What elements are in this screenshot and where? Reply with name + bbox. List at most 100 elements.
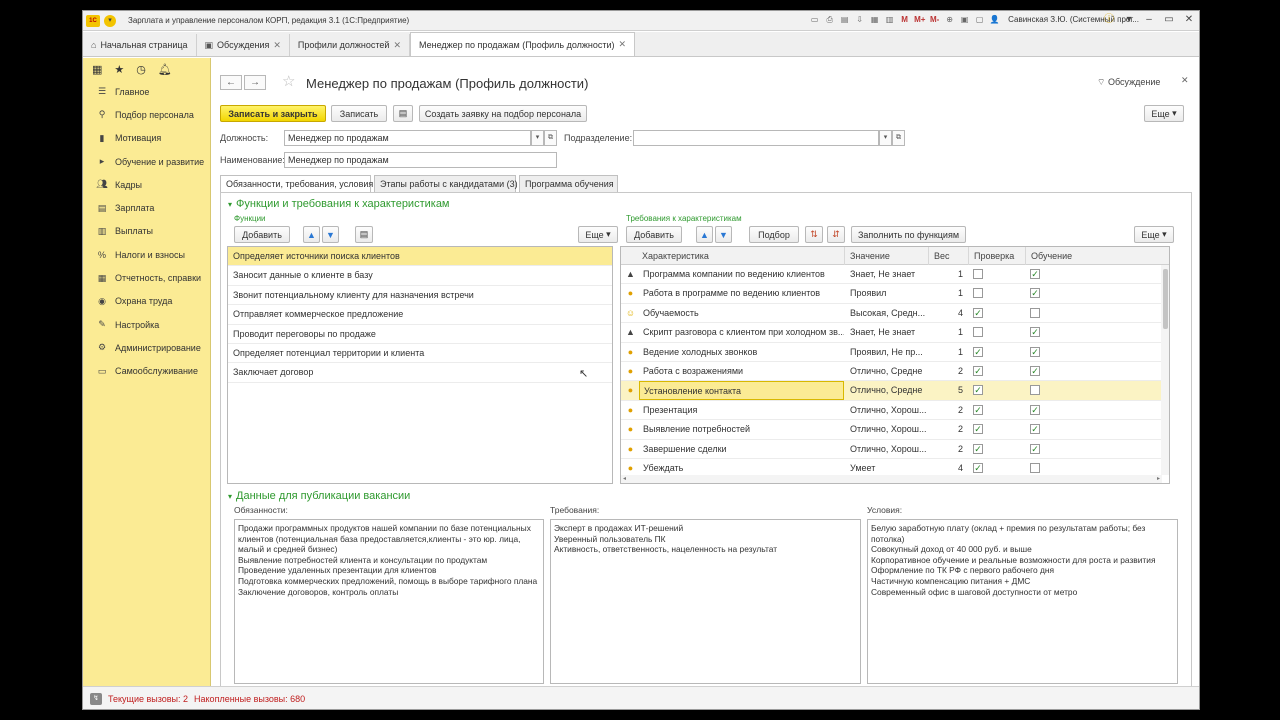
close-tab-icon[interactable]: ✕: [393, 40, 401, 51]
training-checkbox[interactable]: [1030, 385, 1040, 396]
training-checkbox[interactable]: ✓: [1030, 424, 1040, 435]
list-item[interactable]: Отправляет коммерческое предложение: [228, 305, 612, 325]
value-cell[interactable]: Отлично, Средне: [850, 381, 926, 400]
table-row[interactable]: ● Выявление потребностей Отлично, Хорош...…: [621, 420, 1162, 440]
app-logo-icon[interactable]: 1С: [86, 14, 100, 27]
col-value[interactable]: Значение: [844, 247, 928, 265]
weight-cell[interactable]: 2: [928, 362, 963, 381]
sort-desc-icon[interactable]: ⇵: [827, 226, 845, 243]
training-checkbox[interactable]: ✓: [1030, 327, 1040, 338]
characteristic-cell[interactable]: Работа в программе по ведению клиентов: [639, 284, 844, 303]
value-cell[interactable]: Высокая, Средн...: [850, 304, 926, 323]
sidebar-item-salary[interactable]: ▤ Зарплата: [83, 196, 210, 219]
sidebar-item-payments[interactable]: ▥ Выплаты: [83, 220, 210, 243]
characteristic-cell[interactable]: Программа компании по ведению клиентов: [639, 265, 844, 284]
value-cell[interactable]: Проявил: [850, 284, 926, 303]
add-function-button[interactable]: Добавить: [234, 226, 290, 243]
minimize-icon[interactable]: –: [1143, 13, 1155, 27]
req-move-down-button[interactable]: ▼: [715, 226, 732, 243]
sort-asc-icon[interactable]: ⇅: [805, 226, 823, 243]
calendar-icon[interactable]: ▥: [884, 14, 895, 25]
characteristic-cell[interactable]: Установление контакта: [639, 381, 844, 401]
weight-cell[interactable]: 2: [928, 420, 963, 439]
add-requirement-button[interactable]: Добавить: [626, 226, 682, 243]
check-checkbox[interactable]: ✓: [973, 307, 983, 318]
characteristic-cell[interactable]: Выявление потребностей: [639, 420, 844, 439]
list-item[interactable]: Звонит потенциальному клиенту для назнач…: [228, 286, 612, 306]
check-checkbox[interactable]: ✓: [973, 346, 983, 357]
characteristic-cell[interactable]: Ведение холодных звонков: [639, 343, 844, 362]
characteristic-cell[interactable]: Работа с возражениями: [639, 362, 844, 381]
training-checkbox[interactable]: ✓: [1030, 366, 1040, 376]
weight-cell[interactable]: 4: [928, 304, 963, 323]
favorite-star-icon[interactable]: ☆: [282, 72, 295, 90]
list-item[interactable]: Заключает договор: [228, 363, 612, 383]
value-cell[interactable]: Отлично, Средне: [850, 362, 926, 381]
link-icon[interactable]: ⇩: [854, 14, 865, 25]
save-icon[interactable]: ▤: [839, 14, 850, 25]
check-checkbox[interactable]: ✓: [973, 443, 983, 454]
weight-cell[interactable]: 1: [928, 265, 963, 284]
characteristic-cell[interactable]: Обучаемость: [639, 304, 844, 323]
value-cell[interactable]: Проявил, Не пр...: [850, 343, 926, 362]
sidebar-item-taxes[interactable]: % Налоги и взносы: [83, 243, 210, 266]
characteristic-cell[interactable]: Презентация: [639, 401, 844, 420]
table-row[interactable]: ▲ Скрипт разговора с клиентом при холодно…: [621, 323, 1162, 343]
training-checkbox[interactable]: ✓: [1030, 346, 1040, 357]
print-icon[interactable]: ⎙: [824, 14, 835, 25]
value-cell[interactable]: Знает, Не знает: [850, 323, 926, 342]
col-training[interactable]: Обучение: [1025, 247, 1162, 265]
sidebar-item-safety[interactable]: ◉ Охрана труда: [83, 290, 210, 313]
sidebar-item-self-service[interactable]: ▭ Самообслуживание: [83, 360, 210, 383]
table-row[interactable]: ● Презентация Отлично, Хорош... 2 ✓ ✓: [621, 401, 1162, 421]
value-cell[interactable]: Знает, Не знает: [850, 265, 926, 284]
close-form-icon[interactable]: ✕: [1181, 75, 1189, 86]
training-checkbox[interactable]: ✓: [1030, 443, 1040, 454]
table-row[interactable]: ● Работа в программе по ведению клиентов П…: [621, 284, 1162, 304]
save-and-close-button[interactable]: Записать и закрыть: [220, 105, 326, 122]
check-checkbox[interactable]: [973, 327, 983, 338]
memory-icon[interactable]: M: [899, 14, 910, 25]
weight-cell[interactable]: 1: [928, 284, 963, 303]
weight-cell[interactable]: 1: [928, 323, 963, 342]
check-checkbox[interactable]: ✓: [973, 385, 983, 396]
apps-grid-icon[interactable]: ▦: [92, 63, 102, 76]
fill-by-functions-button[interactable]: Заполнить по функциям: [851, 226, 966, 243]
col-characteristic[interactable]: Характеристика: [637, 247, 844, 265]
list-item[interactable]: Проводит переговоры по продаже: [228, 325, 612, 344]
sidebar-item-recruitment[interactable]: ⚲ Подбор персонала: [83, 103, 210, 126]
maximize-icon[interactable]: ▭: [1163, 13, 1175, 27]
tab-job-profiles[interactable]: Профили должностей ✕: [290, 34, 411, 56]
position-dropdown-icon[interactable]: ▾: [531, 130, 544, 146]
weight-cell[interactable]: 5: [928, 381, 963, 400]
requirements-table[interactable]: Характеристика Значение Вес Проверка Обу…: [620, 246, 1170, 484]
tab-duties-requirements[interactable]: Обязанности, требования, условия: [220, 175, 373, 193]
list-item[interactable]: Определяет потенциал территории и клиент…: [228, 344, 612, 364]
requirements-more-button[interactable]: Еще ▾: [1134, 226, 1174, 243]
main-menu-icon[interactable]: ▾: [104, 14, 116, 27]
save-button[interactable]: Записать: [331, 105, 387, 122]
more-button[interactable]: Еще ▾: [1144, 105, 1184, 122]
list-view-icon[interactable]: ▤: [355, 226, 373, 243]
weight-cell[interactable]: 2: [928, 401, 963, 420]
forward-button[interactable]: →: [244, 75, 266, 90]
sidebar-item-main[interactable]: ☰ Главное: [83, 80, 210, 103]
sidebar-item-motivation[interactable]: ▮ Мотивация: [83, 127, 210, 150]
history-clock-icon[interactable]: ◷: [136, 63, 146, 76]
sidebar-item-settings[interactable]: ✎ Настройка: [83, 313, 210, 336]
weight-cell[interactable]: 2: [928, 440, 963, 459]
name-field[interactable]: Менеджер по продажам: [284, 152, 557, 168]
department-dropdown-icon[interactable]: ▾: [879, 130, 892, 146]
create-recruitment-request-button[interactable]: Создать заявку на подбор персонала: [419, 105, 587, 122]
training-checkbox[interactable]: [1030, 307, 1040, 318]
table-row[interactable]: ● Установление контакта Отлично, Средне 5 ✓: [621, 381, 1162, 401]
position-field[interactable]: Менеджер по продажам: [284, 130, 531, 146]
table-row[interactable]: ● Завершение сделки Отлично, Хорош... 2 ✓ ✓: [621, 440, 1162, 459]
tab-training-program[interactable]: Программа обучения: [519, 175, 618, 192]
check-checkbox[interactable]: [973, 269, 983, 279]
calls-icon[interactable]: ↯: [90, 692, 102, 705]
zoom-icon[interactable]: ⊕: [944, 14, 955, 25]
value-cell[interactable]: Отлично, Хорош...: [850, 401, 926, 420]
duties-textarea[interactable]: Продажи программных продуктов нашей комп…: [234, 519, 544, 684]
value-cell[interactable]: Отлично, Хорош...: [850, 420, 926, 439]
